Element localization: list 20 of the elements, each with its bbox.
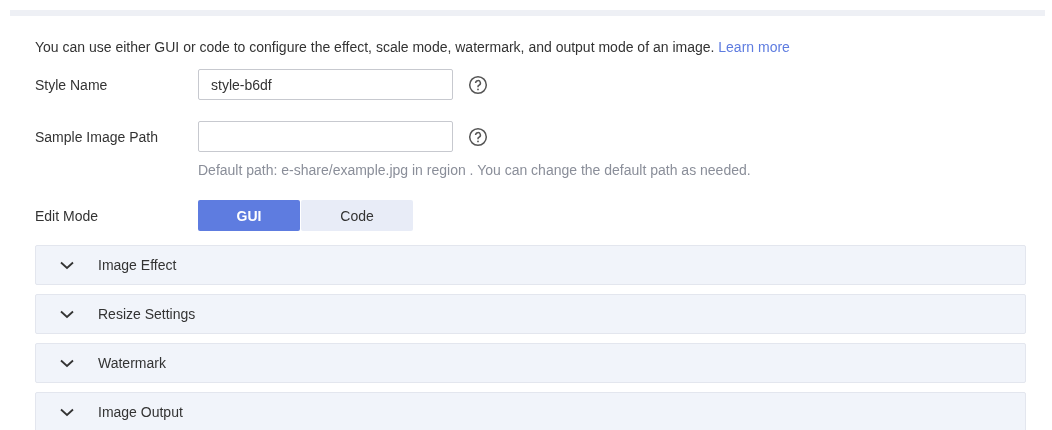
- intro-text: You can use either GUI or code to configure the effect, scale mode, watermark, and output mode of an image.: [35, 39, 715, 55]
- collapse-panel[interactable]: Image Output: [35, 392, 1026, 430]
- field-label: Edit Mode: [35, 207, 100, 224]
- panel-title: Image Effect: [98, 257, 177, 273]
- help-icon[interactable]: [468, 126, 488, 147]
- panel-title: Image Output: [98, 404, 183, 420]
- collapse-panel[interactable]: Watermark: [35, 343, 1026, 383]
- mode-tab[interactable]: Code: [301, 200, 413, 231]
- help-icon[interactable]: [468, 74, 488, 95]
- panel-title: Resize Settings: [98, 306, 196, 322]
- learn-more-link[interactable]: Learn more: [718, 39, 790, 55]
- field-label: Sample Image Path: [35, 128, 159, 145]
- panel-title: Watermark: [98, 355, 166, 371]
- hint-text: Default path: e-share/example.jpg in region . You can change the default path as needed.: [198, 161, 752, 179]
- mode-tab[interactable]: GUI: [198, 200, 300, 231]
- collapse-panel[interactable]: Resize Settings: [35, 294, 1026, 334]
- input-field[interactable]: style-b6df: [198, 69, 453, 100]
- field-label: Style Name: [35, 76, 109, 93]
- collapse-panel[interactable]: Image Effect: [35, 245, 1026, 285]
- input-field[interactable]: [198, 121, 453, 152]
